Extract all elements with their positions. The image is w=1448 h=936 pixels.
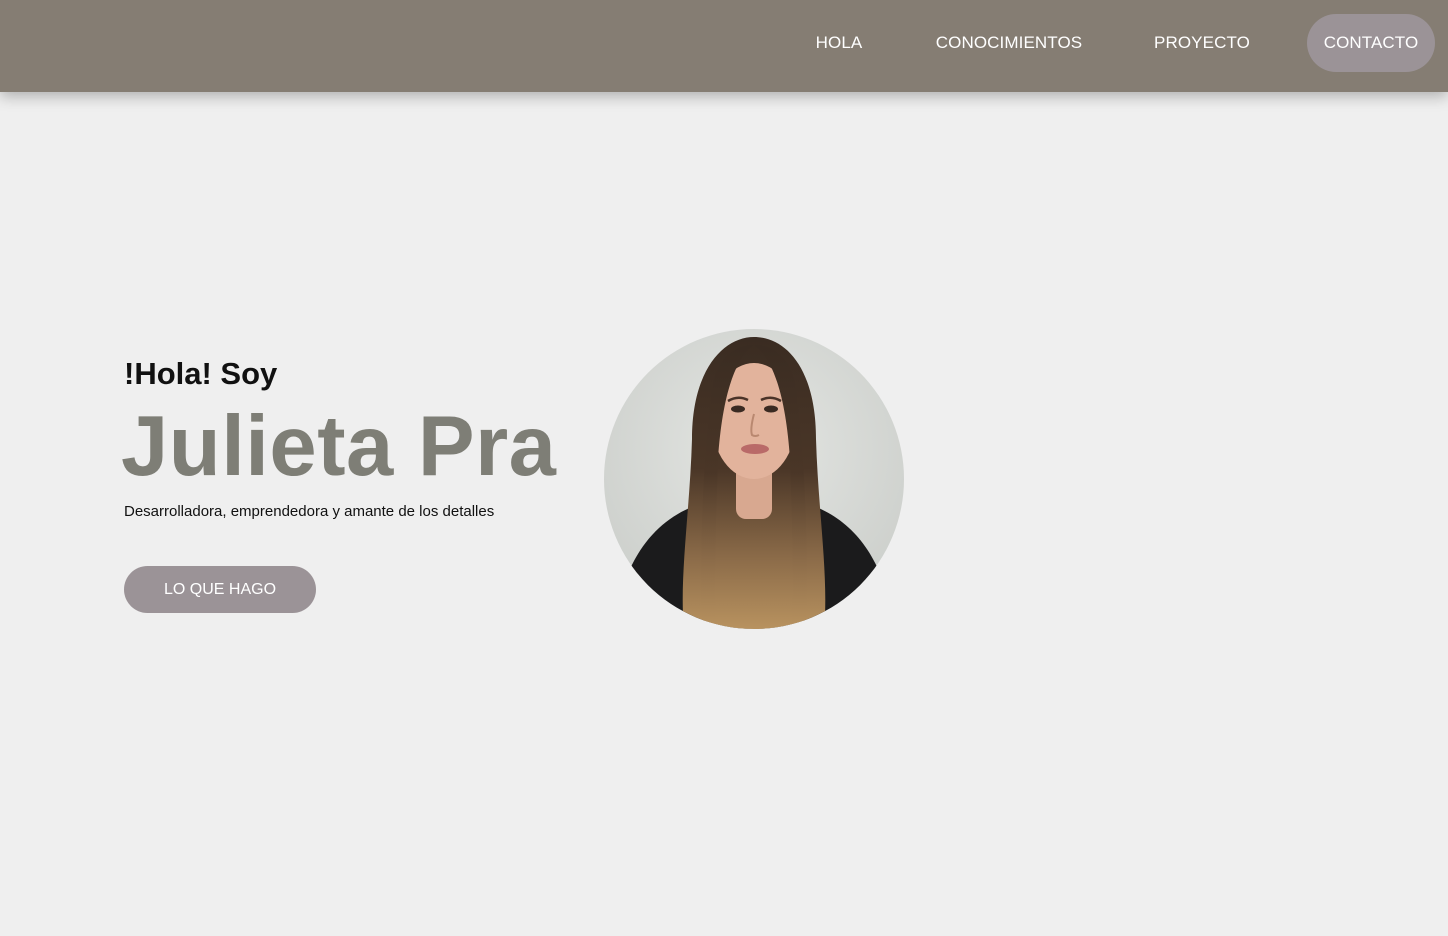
nav-link-hola[interactable]: HOLA xyxy=(797,14,881,72)
hero-tagline: Desarrolladora, emprendedora y amante de… xyxy=(124,503,495,520)
hero-greeting: !Hola! Soy xyxy=(124,356,278,391)
nav-link-contacto[interactable]: CONTACTO xyxy=(1307,14,1435,72)
profile-photo-illustration xyxy=(604,329,904,629)
lo-que-hago-button[interactable]: LO QUE HAGO xyxy=(124,566,316,613)
nav-link-conocimientos[interactable]: CONOCIMIENTOS xyxy=(921,14,1097,72)
profile-photo xyxy=(604,329,904,629)
nav-link-proyecto[interactable]: PROYECTO xyxy=(1137,14,1267,72)
navbar: HOLA CONOCIMIENTOS PROYECTO CONTACTO xyxy=(0,0,1448,92)
hero-name: Julieta Pra xyxy=(121,399,557,494)
